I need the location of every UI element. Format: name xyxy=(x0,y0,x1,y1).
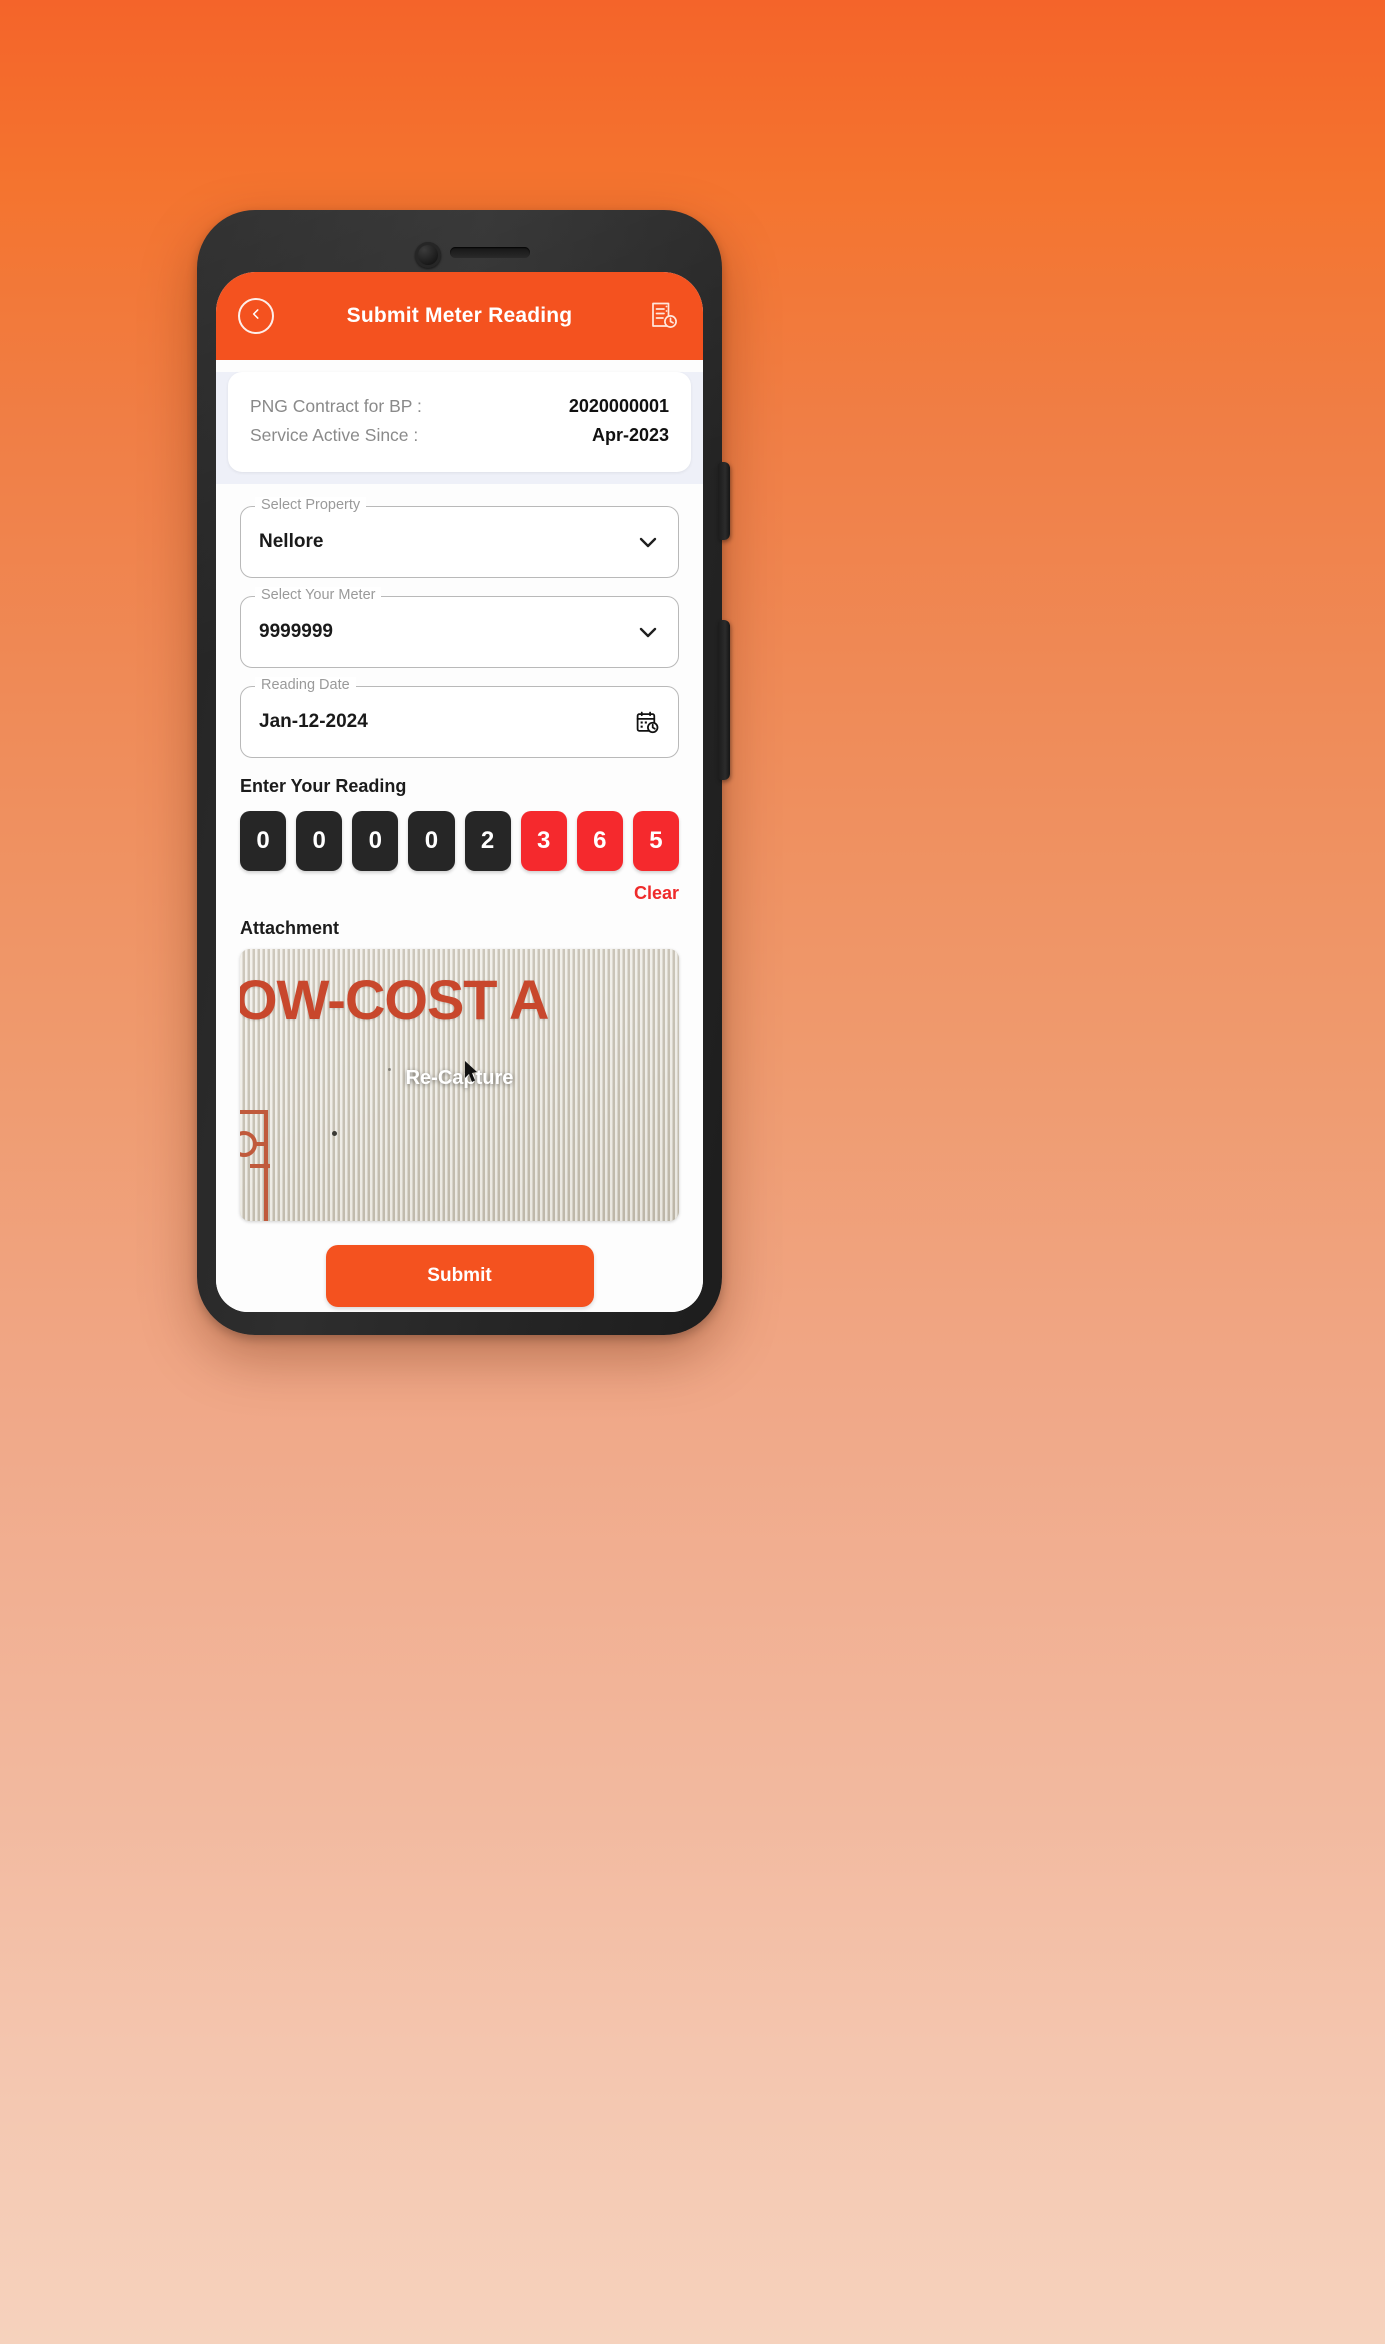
submit-area: Submit xyxy=(240,1221,679,1312)
app-bar: Submit Meter Reading xyxy=(216,272,703,360)
select-property-dropdown[interactable]: Select Property Nellore xyxy=(240,497,679,578)
service-active-label: Service Active Since : xyxy=(250,425,419,445)
reading-digit[interactable]: 0 xyxy=(240,811,287,871)
page-title: Submit Meter Reading xyxy=(346,304,573,327)
chevron-down-icon[interactable] xyxy=(636,620,660,644)
reading-date-label: Reading Date xyxy=(255,677,356,693)
calendar-clock-icon[interactable] xyxy=(635,710,660,735)
reading-date-value: Jan-12-2024 xyxy=(259,711,368,732)
reading-digit[interactable]: 6 xyxy=(576,811,623,871)
photo-speck xyxy=(332,1131,337,1136)
earpiece-speaker xyxy=(449,247,530,258)
select-property-label: Select Property xyxy=(255,497,367,513)
reading-digit-group[interactable]: 0 0 0 0 2 3 6 5 xyxy=(240,811,679,871)
contract-bp-label: PNG Contract for BP : xyxy=(250,396,422,416)
document-history-icon[interactable] xyxy=(647,298,681,334)
photo-line-art xyxy=(240,1110,270,1221)
power-button[interactable] xyxy=(718,462,730,540)
reading-digit[interactable]: 3 xyxy=(520,811,567,871)
table-row: PNG Contract for BP : 2020000001 xyxy=(250,392,669,421)
contract-section: PNG Contract for BP : 2020000001 Service… xyxy=(216,372,703,484)
chevron-down-icon[interactable] xyxy=(636,530,660,554)
service-active-value: Apr-2023 xyxy=(591,425,669,445)
reading-digit[interactable]: 2 xyxy=(464,811,511,871)
chevron-left-icon xyxy=(249,307,263,326)
reading-digit[interactable]: 0 xyxy=(408,811,455,871)
volume-rocker-button[interactable] xyxy=(718,620,730,780)
front-camera-icon xyxy=(414,242,441,268)
mouse-cursor-icon xyxy=(465,1061,477,1082)
phone-device-frame: Submit Meter Reading PNG Contract for BP… xyxy=(197,210,730,1335)
table-row: Service Active Since : Apr-2023 xyxy=(250,421,669,450)
select-meter-dropdown[interactable]: Select Your Meter 9999999 xyxy=(240,587,679,668)
reading-digit[interactable]: 0 xyxy=(352,811,399,871)
meter-reading-form: Select Property Nellore Select Your Mete… xyxy=(216,484,703,1312)
clear-button[interactable]: Clear xyxy=(240,883,679,904)
attachment-label: Attachment xyxy=(240,918,340,938)
attachment-photo-preview[interactable]: OW-COST A Re-Capture xyxy=(240,949,679,1221)
photo-sign-text: OW-COST A xyxy=(240,968,549,1031)
select-property-value: Nellore xyxy=(259,531,324,552)
contract-bp-value: 2020000001 xyxy=(568,396,669,416)
phone-screen: Submit Meter Reading PNG Contract for BP… xyxy=(216,272,703,1312)
select-meter-label: Select Your Meter xyxy=(255,587,382,603)
select-meter-value: 9999999 xyxy=(259,621,333,642)
submit-button[interactable]: Submit xyxy=(325,1245,594,1307)
reading-digit[interactable]: 5 xyxy=(632,811,679,871)
re-capture-button[interactable]: Re-Capture xyxy=(240,1067,679,1090)
enter-reading-label: Enter Your Reading xyxy=(240,776,407,796)
reading-date-field[interactable]: Reading Date Jan-12-2024 xyxy=(240,677,679,758)
reading-digit[interactable]: 0 xyxy=(296,811,343,871)
back-button[interactable] xyxy=(238,298,274,334)
contract-card: PNG Contract for BP : 2020000001 Service… xyxy=(228,372,691,472)
